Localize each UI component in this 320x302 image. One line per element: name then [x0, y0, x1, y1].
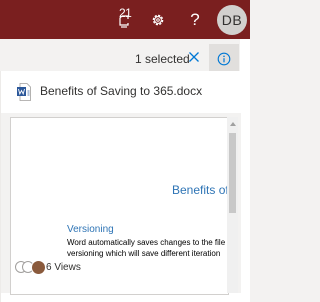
scroll-up-arrow-icon[interactable]: [230, 122, 236, 126]
avatar-initials: DB: [221, 12, 243, 28]
suite-bar: 21 ? DB: [0, 0, 250, 39]
gear-icon: [152, 14, 164, 25]
scroll-gutter: [240, 39, 250, 302]
views-summary[interactable]: 6 Views: [15, 260, 81, 275]
help-button[interactable]: ?: [182, 0, 208, 39]
file-name-link[interactable]: Benefits of Saving to 365.docx: [40, 84, 202, 98]
settings-button[interactable]: [144, 0, 172, 39]
details-pane-button[interactable]: [209, 44, 239, 74]
views-count-label: 6 Views: [46, 261, 81, 273]
viewer-photo: [31, 260, 46, 275]
close-icon: [189, 52, 199, 62]
word-document-icon: [17, 83, 31, 101]
details-pane: Benefits of Saving to 365.docx Benefits …: [0, 71, 241, 302]
viewer-avatars: [15, 260, 46, 275]
help-icon: ?: [190, 9, 200, 29]
notification-count-badge: 21: [119, 6, 132, 20]
preview-body-line: Word automatically saves changes to the …: [67, 238, 226, 247]
preview-heading: Versioning: [67, 224, 114, 235]
command-bar: 1 selected: [0, 39, 250, 74]
preview-body-line: versioning which will save different ite…: [67, 249, 221, 258]
preview-document-title: Benefits of: [172, 183, 229, 197]
preview-body-text: Word automatically saves changes to the …: [67, 237, 225, 259]
preview-scrollbar[interactable]: [227, 117, 238, 293]
clear-selection-button[interactable]: [186, 49, 202, 65]
selection-count-label: 1 selected: [135, 52, 190, 66]
avatar[interactable]: DB: [217, 5, 247, 35]
scroll-thumb[interactable]: [229, 133, 236, 213]
info-icon: [217, 52, 231, 66]
